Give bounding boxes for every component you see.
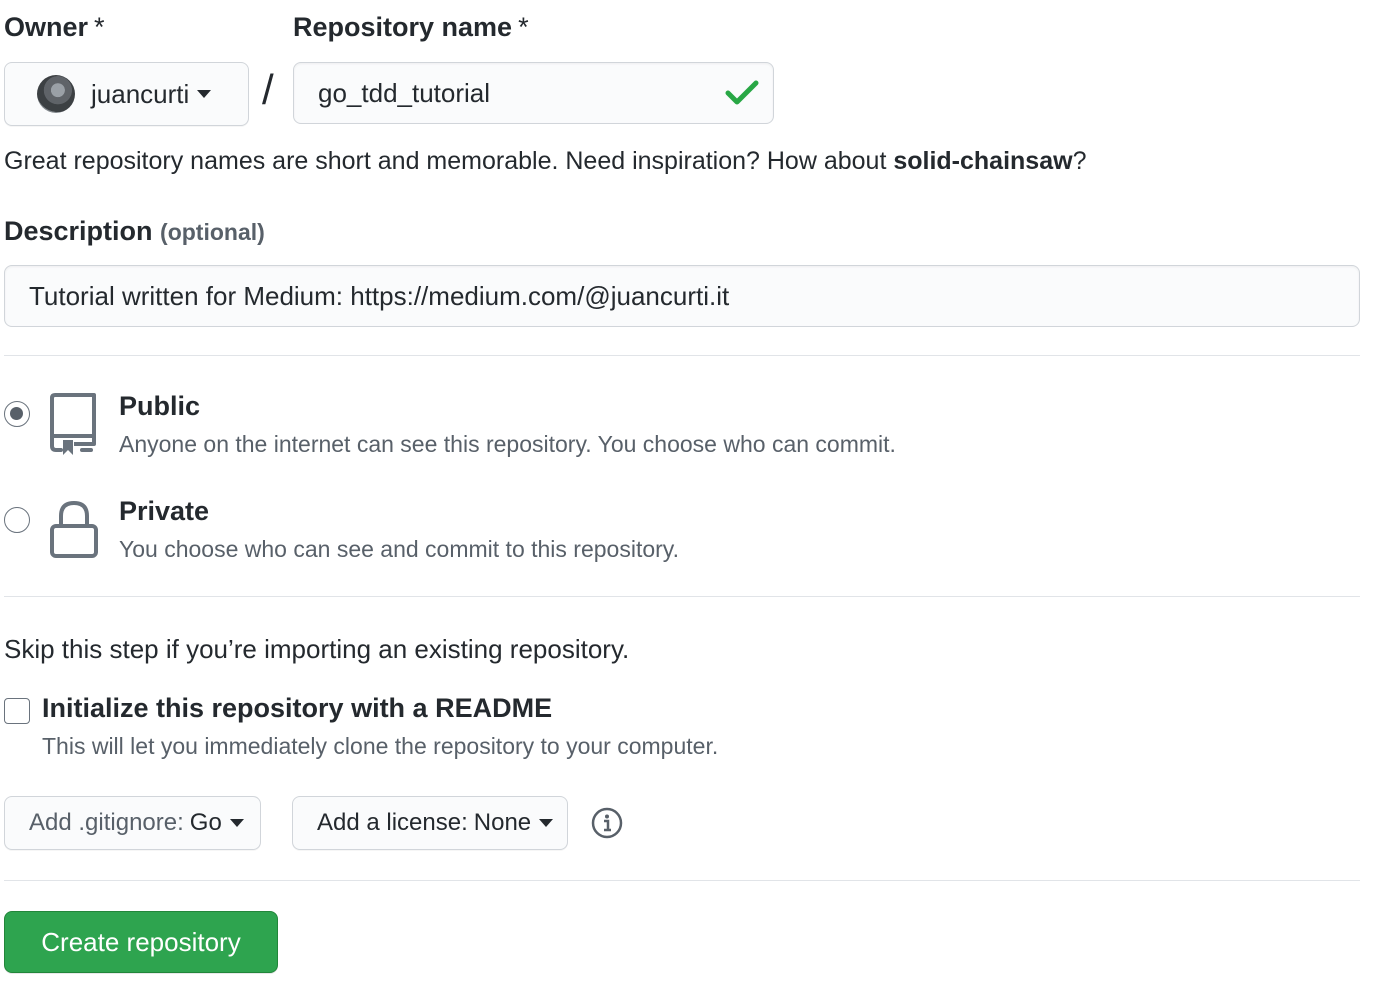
suggestion-prefix: Great repository names are short and mem… bbox=[4, 147, 894, 175]
lock-icon bbox=[50, 500, 98, 558]
readme-checkbox[interactable] bbox=[4, 698, 30, 724]
repo-name-value: go_tdd_tutorial bbox=[318, 78, 491, 108]
info-icon[interactable] bbox=[591, 807, 623, 839]
repo-name-required-mark: * bbox=[518, 12, 529, 42]
check-icon bbox=[725, 80, 759, 105]
license-value: None bbox=[473, 809, 532, 836]
private-note: You choose who can see and commit to thi… bbox=[119, 536, 679, 562]
repo-name-label: Repository name * bbox=[293, 12, 529, 43]
description-input[interactable]: Tutorial written for Medium: https://med… bbox=[4, 265, 1360, 327]
repo-name-label-text: Repository name bbox=[293, 12, 513, 42]
repo-icon bbox=[50, 393, 96, 455]
avatar bbox=[37, 75, 75, 113]
divider bbox=[4, 596, 1360, 597]
description-label-text: Description bbox=[4, 216, 153, 246]
public-radio[interactable] bbox=[4, 401, 30, 427]
gitignore-prefix: Add .gitignore: bbox=[29, 809, 184, 836]
gitignore-value: Go bbox=[189, 809, 222, 836]
private-title[interactable]: Private bbox=[119, 496, 209, 527]
divider bbox=[4, 880, 1360, 881]
public-note: Anyone on the internet can see this repo… bbox=[119, 431, 896, 457]
owner-required-mark: * bbox=[94, 12, 105, 42]
repo-name-input[interactable]: go_tdd_tutorial bbox=[293, 62, 774, 124]
license-prefix: Add a license: bbox=[317, 809, 468, 836]
suggested-name[interactable]: solid-chainsaw bbox=[893, 147, 1072, 175]
suggestion-suffix: ? bbox=[1072, 147, 1087, 175]
description-optional: (optional) bbox=[160, 219, 265, 245]
owner-value: juancurti bbox=[91, 78, 190, 109]
public-title[interactable]: Public bbox=[119, 391, 200, 422]
gitignore-select[interactable]: Add .gitignore: Go bbox=[4, 796, 261, 850]
license-select[interactable]: Add a license: None bbox=[292, 796, 568, 850]
public-radio-dot bbox=[10, 407, 23, 420]
owner-label-text: Owner bbox=[4, 12, 89, 42]
description-label: Description (optional) bbox=[4, 216, 265, 247]
owner-repo-separator: / bbox=[262, 66, 274, 113]
readme-label[interactable]: Initialize this repository with a README bbox=[42, 693, 552, 724]
chevron-down-icon bbox=[539, 819, 554, 827]
create-repository-button[interactable]: Create repository bbox=[4, 911, 278, 973]
name-suggestion: Great repository names are short and mem… bbox=[4, 147, 1086, 176]
private-radio[interactable] bbox=[4, 507, 30, 533]
create-repository-label: Create repository bbox=[41, 926, 241, 957]
owner-select[interactable]: juancurti bbox=[4, 62, 249, 126]
divider bbox=[4, 355, 1360, 356]
chevron-down-icon bbox=[197, 90, 212, 98]
skip-note: Skip this step if you’re importing an ex… bbox=[4, 634, 630, 664]
description-value: Tutorial written for Medium: https://med… bbox=[29, 281, 730, 311]
chevron-down-icon bbox=[229, 819, 244, 827]
owner-label: Owner * bbox=[4, 12, 105, 43]
readme-note: This will let you immediately clone the … bbox=[42, 733, 719, 759]
